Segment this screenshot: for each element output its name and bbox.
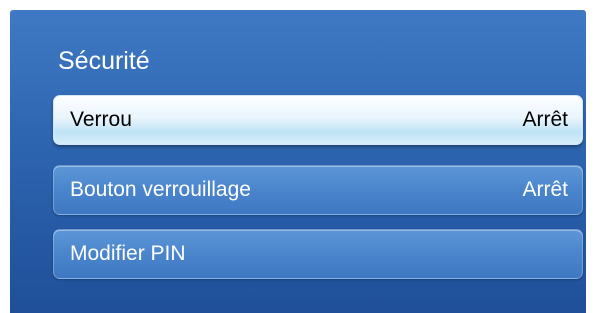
menu-item-value: Arrêt [522, 108, 568, 131]
menu-item-lock[interactable]: Verrou Arrêt [53, 95, 583, 145]
menu-item-change-pin[interactable]: Modifier PIN [53, 229, 583, 279]
menu-item-label: Bouton verrouillage [70, 178, 251, 201]
menu-item-label: Modifier PIN [70, 242, 186, 265]
panel-title: Sécurité [58, 47, 150, 75]
menu-item-button-lock[interactable]: Bouton verrouillage Arrêt [53, 165, 583, 215]
security-menu-panel: Sécurité Verrou Arrêt Bouton verrouillag… [10, 10, 586, 313]
menu-item-label: Verrou [70, 108, 132, 131]
menu-item-value: Arrêt [522, 178, 568, 201]
